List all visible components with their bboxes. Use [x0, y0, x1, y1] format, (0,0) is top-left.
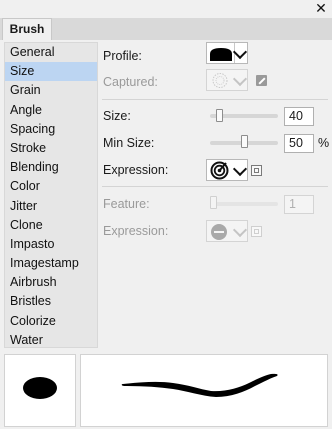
category-item-impasto[interactable]: Impasto [5, 235, 97, 254]
stroke-preview-shape [121, 373, 278, 397]
stroke-preview [80, 354, 328, 427]
expression-dropdown[interactable] [206, 159, 248, 181]
capture-wand-icon[interactable] [256, 75, 267, 86]
captured-dab-icon [212, 73, 228, 88]
dab-preview-shape [23, 377, 57, 399]
category-item-colorize[interactable]: Colorize [5, 312, 97, 331]
tab-bar: Brush [0, 18, 332, 41]
expression2-settings-icon[interactable] [251, 226, 262, 237]
category-list: General Size Grain Angle Spacing Stroke Blendi… [4, 42, 98, 348]
feature-value-field[interactable]: 1 [284, 195, 314, 214]
category-item-water[interactable]: Water [5, 331, 97, 350]
dab-preview [4, 354, 76, 427]
chevron-down-icon [232, 44, 248, 60]
category-item-angle[interactable]: Angle [5, 101, 97, 120]
feature-slider-thumb[interactable] [210, 196, 217, 209]
category-item-color[interactable]: Color [5, 177, 97, 196]
expression-label: Expression: [103, 163, 169, 177]
expression2-label: Expression: [103, 224, 169, 238]
expression-settings-icon[interactable] [251, 165, 262, 176]
pressure-target-icon [210, 161, 229, 180]
size-label: Size: [103, 109, 131, 123]
title-bar: ✕ [0, 0, 332, 18]
captured-label: Captured: [103, 75, 158, 89]
size-slider-thumb[interactable] [216, 109, 224, 122]
expression2-dropdown[interactable] [206, 220, 248, 242]
profile-dropdown[interactable] [206, 42, 248, 64]
chevron-down-icon [232, 71, 248, 87]
category-item-size[interactable]: Size [5, 62, 97, 82]
category-item-stroke[interactable]: Stroke [5, 139, 97, 158]
size-value-field[interactable]: 40 [284, 107, 314, 126]
category-item-grain[interactable]: Grain [5, 81, 97, 100]
category-item-clone[interactable]: Clone [5, 216, 97, 235]
min-size-value-field[interactable]: 50 [284, 134, 314, 153]
brush-profile-icon [210, 48, 232, 61]
category-item-airbrush[interactable]: Airbrush [5, 273, 97, 292]
close-icon[interactable]: ✕ [314, 1, 328, 15]
settings-area: Profile: Captured: Size: 40 Min Size: 50… [102, 40, 330, 350]
category-item-blending[interactable]: Blending [5, 158, 97, 177]
profile-label: Profile: [103, 49, 142, 63]
category-item-general[interactable]: General [5, 43, 97, 62]
chevron-down-icon [232, 222, 248, 238]
divider [102, 186, 328, 187]
min-size-slider-thumb[interactable] [240, 135, 248, 148]
divider [102, 99, 328, 100]
feature-label: Feature: [103, 197, 150, 211]
chevron-down-icon [232, 161, 248, 177]
category-item-jitter[interactable]: Jitter [5, 197, 97, 216]
category-item-spacing[interactable]: Spacing [5, 120, 97, 139]
brush-panel: General Size Grain Angle Spacing Stroke Blendi… [0, 40, 332, 429]
min-size-unit: % [318, 136, 330, 150]
feature-slider[interactable] [210, 202, 278, 206]
min-size-label: Min Size: [103, 136, 155, 150]
none-circle-icon [211, 224, 227, 240]
category-item-imagestamp[interactable]: Imagestamp [5, 254, 97, 273]
captured-dropdown[interactable] [206, 69, 248, 91]
category-item-bristles[interactable]: Bristles [5, 292, 97, 311]
tab-brush[interactable]: Brush [2, 18, 52, 41]
